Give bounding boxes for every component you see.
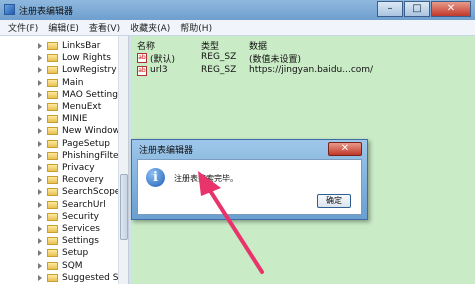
search-complete-dialog: 注册表编辑器 ✕ i 注册表搜索完毕。 确定	[131, 139, 368, 220]
folder-icon	[47, 139, 58, 148]
tree-item-label: Suggested Sites	[62, 272, 118, 283]
expand-arrow-icon[interactable]	[38, 189, 42, 196]
value-name: (默认)	[150, 55, 176, 65]
dialog-title: 注册表编辑器	[139, 146, 194, 156]
expand-arrow-icon[interactable]	[38, 262, 42, 269]
folder-icon	[47, 188, 58, 197]
menu-favorites[interactable]: 收藏夹(A)	[130, 21, 170, 34]
expand-arrow-icon[interactable]	[38, 116, 42, 123]
expand-arrow-icon[interactable]	[38, 79, 42, 86]
tree-item-label: Setup	[62, 248, 89, 259]
tree-item-label: Recovery	[62, 175, 104, 186]
expand-arrow-icon[interactable]	[38, 201, 42, 208]
tree-item-label: Settings	[62, 236, 99, 247]
title-bar: 注册表编辑器 – □ ✕	[0, 0, 475, 20]
window-title: 注册表编辑器	[19, 7, 74, 17]
tree-item-label: New Windows	[62, 126, 118, 137]
tree-scrollbar[interactable]	[118, 36, 129, 284]
tree-item-label: LinksBar	[62, 41, 101, 51]
tree-item-label: MINIE	[62, 114, 88, 125]
close-window-button[interactable]: ✕	[431, 1, 471, 17]
value-data: https://jingyan.baidu...com/	[249, 65, 374, 75]
tree-item-label: SQM	[62, 260, 83, 271]
value-name: url3	[150, 65, 168, 75]
menu-view[interactable]: 查看(V)	[89, 21, 120, 34]
folder-icon	[47, 103, 58, 111]
expand-arrow-icon[interactable]	[38, 67, 42, 74]
dialog-close-button[interactable]: ✕	[328, 142, 362, 156]
tree-item-label: Low Rights	[62, 53, 111, 64]
tree-item-label: PhishingFilter	[62, 150, 118, 161]
folder-icon	[47, 78, 58, 87]
menu-bar: 文件(F) 编辑(E) 查看(V) 收藏夹(A) 帮助(H)	[0, 20, 475, 36]
value-row[interactable]: ab (默认) REG_SZ (数值未设置)	[137, 52, 467, 65]
tree-item-label: LowRegistry	[62, 65, 117, 76]
folder-icon	[47, 90, 58, 99]
dialog-body: i 注册表搜索完毕。 确定	[137, 159, 362, 215]
expand-arrow-icon[interactable]	[38, 250, 42, 257]
window-controls: – □ ✕	[376, 1, 471, 17]
expand-arrow-icon[interactable]	[38, 177, 42, 184]
info-icon: i	[146, 168, 165, 187]
folder-icon	[47, 261, 58, 270]
dialog-message: 注册表搜索完毕。	[174, 174, 238, 183]
expand-arrow-icon[interactable]	[38, 213, 42, 220]
tree-scrollbar-thumb[interactable]	[120, 174, 128, 240]
expand-arrow-icon[interactable]	[38, 43, 42, 49]
folder-icon	[47, 66, 58, 75]
maximize-button[interactable]: □	[404, 1, 430, 17]
tree-item-label: Main	[62, 77, 84, 88]
expand-arrow-icon[interactable]	[38, 274, 42, 281]
folder-icon	[47, 273, 58, 282]
column-header-data[interactable]: 数据	[249, 39, 267, 52]
folder-icon	[47, 42, 58, 50]
tree-item-label: SearchScopes	[62, 187, 118, 198]
expand-arrow-icon[interactable]	[38, 91, 42, 98]
folder-icon	[47, 237, 58, 246]
folder-icon	[47, 127, 58, 136]
tree-item-label: PageSetup	[62, 138, 110, 149]
folder-icon	[47, 54, 58, 63]
expand-arrow-icon[interactable]	[38, 104, 42, 110]
tree-item-label: Services	[62, 224, 100, 234]
regedit-app-icon	[4, 4, 15, 15]
folder-icon	[47, 212, 58, 221]
folder-icon	[47, 164, 58, 172]
folder-icon	[47, 249, 58, 258]
ok-button[interactable]: 确定	[317, 194, 351, 208]
menu-help[interactable]: 帮助(H)	[180, 21, 212, 34]
minimize-button[interactable]: –	[377, 1, 403, 17]
folder-icon	[47, 151, 58, 160]
expand-arrow-icon[interactable]	[38, 152, 42, 159]
menu-edit[interactable]: 编辑(E)	[48, 21, 79, 34]
tree-item-label: Security	[62, 211, 99, 222]
value-type: REG_SZ	[201, 52, 237, 62]
column-header-name[interactable]: 名称	[137, 39, 155, 52]
registry-key-tree: LinksBar Low Rights LowRegistry Main MAO Set…	[0, 36, 118, 284]
folder-icon	[47, 176, 58, 185]
folder-icon	[47, 200, 58, 209]
expand-arrow-icon[interactable]	[38, 238, 42, 245]
value-type: REG_SZ	[201, 65, 237, 75]
value-row[interactable]: ab url3 REG_SZ https://jingyan.baidu...c…	[137, 65, 467, 77]
string-value-icon: ab	[137, 66, 147, 76]
tree-item-label: MenuExt	[62, 102, 102, 112]
tree-item-label: Privacy	[62, 163, 95, 173]
tree-item-label: MAO Settings	[62, 89, 118, 100]
string-value-icon: ab	[137, 53, 147, 63]
expand-arrow-icon[interactable]	[38, 140, 42, 147]
expand-arrow-icon[interactable]	[38, 226, 42, 232]
expand-arrow-icon[interactable]	[38, 128, 42, 135]
column-header-type[interactable]: 类型	[201, 39, 219, 52]
tree-item-label: SearchUrl	[62, 199, 106, 210]
folder-icon	[47, 225, 58, 233]
menu-file[interactable]: 文件(F)	[8, 21, 38, 34]
folder-icon	[47, 115, 58, 124]
expand-arrow-icon[interactable]	[38, 165, 42, 171]
expand-arrow-icon[interactable]	[38, 55, 42, 62]
value-data: (数值未设置)	[249, 55, 302, 65]
